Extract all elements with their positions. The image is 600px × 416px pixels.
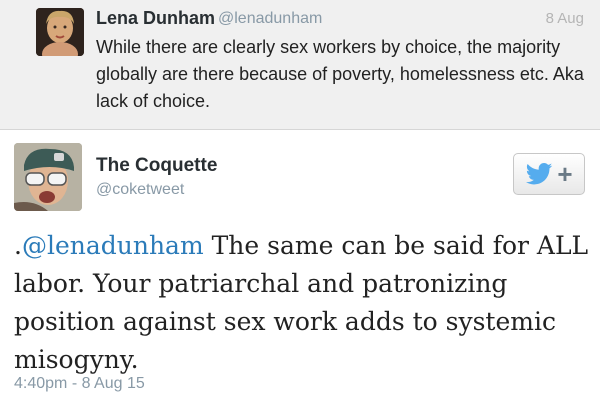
text-prefix: . [14, 231, 22, 260]
avatar[interactable] [14, 143, 82, 211]
tweet-date: 8 Aug [545, 10, 584, 27]
author-handle[interactable]: @coketweet [96, 181, 184, 199]
author-handle[interactable]: @lenadunham [218, 10, 322, 28]
follow-button[interactable]: + [513, 153, 585, 195]
avatar[interactable] [36, 8, 84, 56]
avatar-photo-icon [14, 143, 82, 211]
plus-icon: + [557, 159, 573, 189]
author-name[interactable]: Lena Dunham [96, 8, 215, 29]
avatar-photo-icon [36, 8, 84, 56]
tweet-text: .@lenadunham The same can be said for AL… [14, 227, 590, 379]
main-tweet: The Coquette @coketweet + .@lenadunham T… [0, 131, 600, 416]
author-name[interactable]: The Coquette [96, 155, 217, 177]
reply-tweet[interactable]: Lena Dunham @lenadunham 8 Aug While ther… [0, 0, 600, 130]
tweet-timestamp[interactable]: 4:40pm - 8 Aug 15 [14, 375, 145, 393]
twitter-bird-icon [526, 163, 553, 185]
mention-link[interactable]: @lenadunham [22, 231, 204, 260]
tweet-text: While there are clearly sex workers by c… [96, 37, 584, 111]
